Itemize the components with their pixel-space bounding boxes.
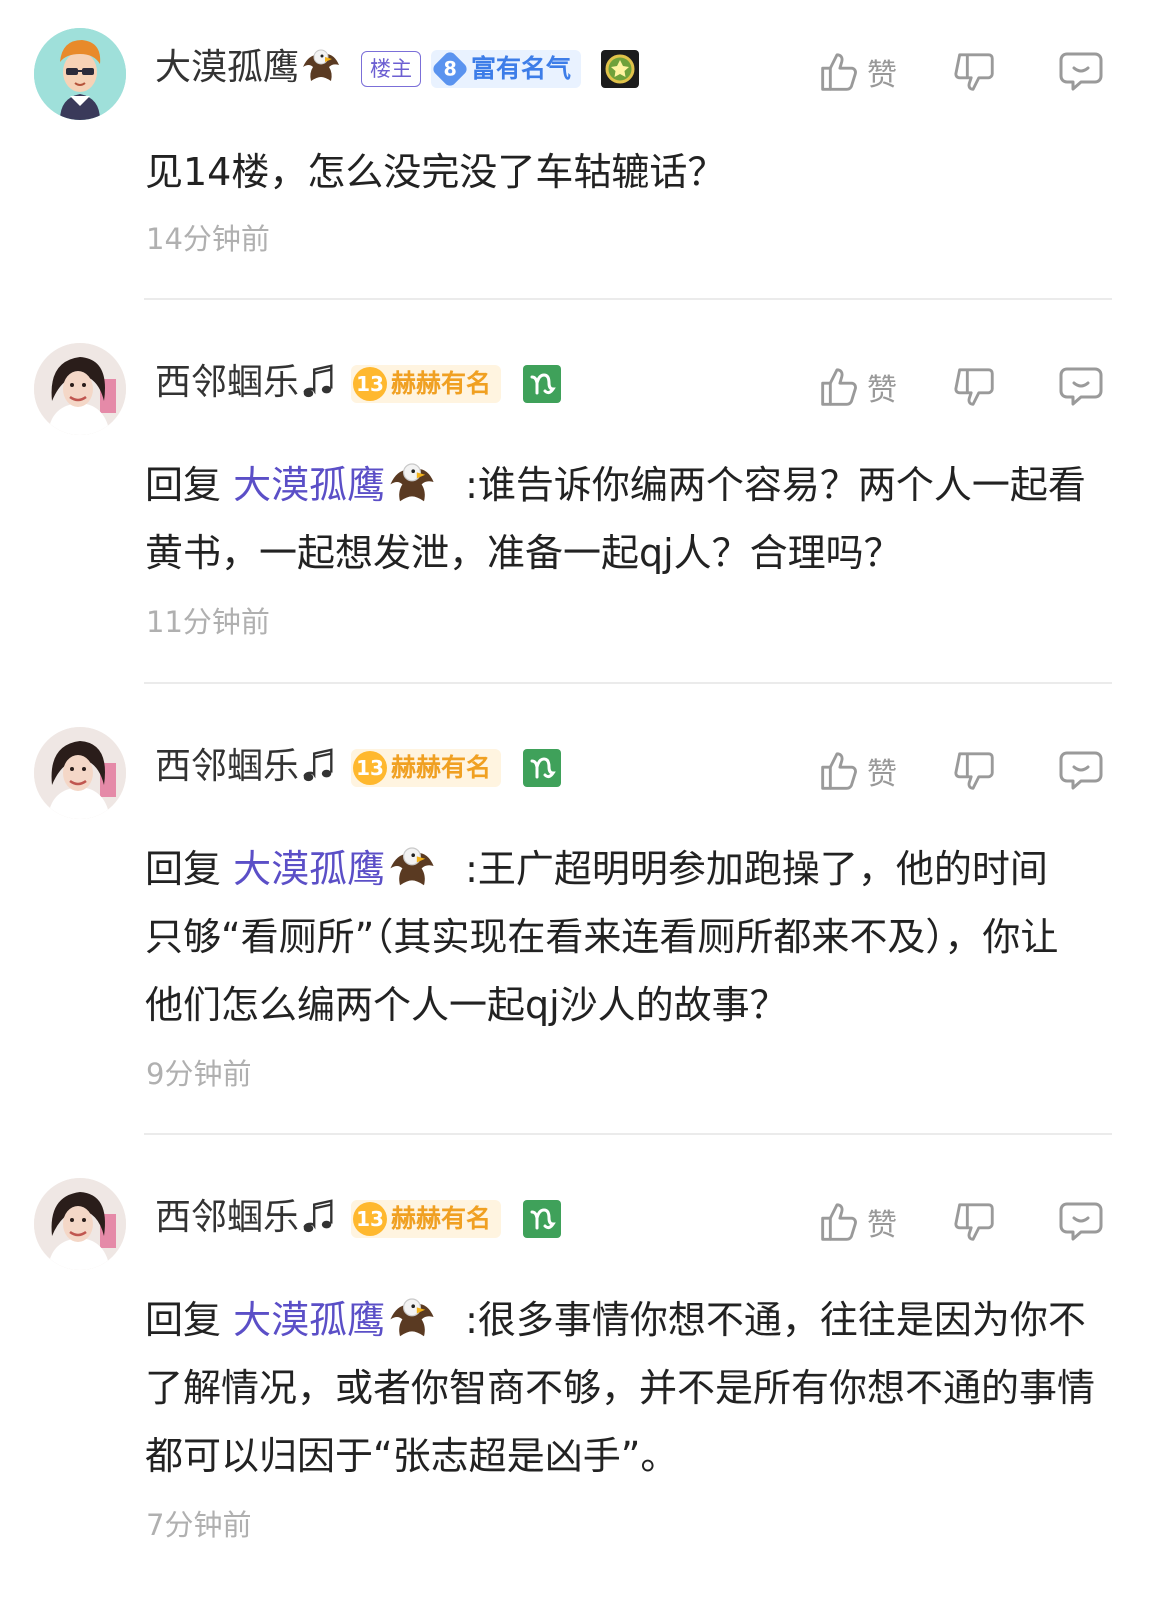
- eagle-icon: [389, 847, 435, 886]
- capricorn-icon[interactable]: [523, 365, 562, 403]
- music-note-icon: [302, 1199, 333, 1234]
- comment-bubble-icon: [1059, 751, 1103, 790]
- username[interactable]: 西邻蝈乐: [155, 743, 337, 791]
- badge-row: 13 赫赫有名: [351, 747, 562, 789]
- like-button[interactable]: 赞: [815, 48, 897, 96]
- reply-prefix: 回复: [145, 463, 222, 507]
- comment-actions: 赞: [815, 1198, 1175, 1250]
- comment-bubble-icon: [1059, 367, 1103, 406]
- level-number: 8: [430, 49, 470, 89]
- badge-row: 楼主 8 富有名气: [361, 48, 640, 90]
- badge-row: 13 赫赫有名: [351, 363, 562, 405]
- comment-item: 大漠孤鹰 楼主 8 富有名气 赞 见14楼，怎么没完没了车轱辘话？ 14分钟前: [0, 28, 1175, 288]
- level-number: 13: [353, 1202, 387, 1236]
- level-badge[interactable]: 13 赫赫有名: [351, 365, 502, 403]
- reply-button[interactable]: [1057, 1198, 1105, 1244]
- level-badge[interactable]: 8 富有名气: [430, 49, 582, 89]
- like-label: 赞: [867, 757, 897, 792]
- thumbs-down-icon: [954, 1203, 994, 1241]
- divider: [144, 298, 1112, 300]
- eagle-icon: [389, 1298, 435, 1337]
- username[interactable]: 大漠孤鹰: [155, 44, 343, 92]
- level-title: 赫赫有名: [391, 1204, 492, 1233]
- avatar[interactable]: [34, 28, 126, 120]
- dislike-button[interactable]: [952, 363, 998, 411]
- comment-item: 西邻蝈乐 13 赫赫有名 赞 回复 大漠孤鹰:谁告诉你编两个容易？两个人一起看黄…: [0, 343, 1175, 643]
- thumbs-up-icon: [821, 1203, 857, 1241]
- avatar[interactable]: [34, 727, 126, 819]
- music-note-icon: [302, 748, 333, 783]
- level-title: 赫赫有名: [391, 369, 492, 398]
- comment-text: 见14楼，怎么没完没了车轱辘话？: [145, 138, 1120, 206]
- thumbs-down-icon: [954, 53, 994, 91]
- reply-button[interactable]: [1057, 48, 1105, 94]
- reply-button[interactable]: [1057, 363, 1105, 409]
- level-badge[interactable]: 13 赫赫有名: [351, 749, 502, 787]
- like-button[interactable]: 赞: [815, 363, 897, 411]
- host-badge: 楼主: [361, 51, 421, 87]
- comment-actions: 赞: [815, 747, 1175, 799]
- eagle-icon: [389, 463, 435, 502]
- timestamp: 7分钟前: [146, 1508, 252, 1542]
- like-label: 赞: [867, 58, 897, 93]
- reply-to-username[interactable]: 大漠孤鹰: [233, 1298, 385, 1342]
- thumbs-down-icon: [954, 752, 994, 790]
- like-label: 赞: [867, 1208, 897, 1243]
- level-number: 13: [353, 751, 387, 785]
- username[interactable]: 西邻蝈乐: [155, 1194, 337, 1242]
- username[interactable]: 西邻蝈乐: [155, 359, 337, 407]
- level-number: 13: [353, 367, 387, 401]
- username-text[interactable]: 西邻蝈乐: [155, 362, 299, 403]
- reply-to-username[interactable]: 大漠孤鹰: [233, 463, 385, 507]
- timestamp: 9分钟前: [146, 1057, 252, 1091]
- comment-item: 西邻蝈乐 13 赫赫有名 赞 回复 大漠孤鹰:王广超明明参加跑操了，他的时间只够…: [0, 727, 1175, 1091]
- comment-actions: 赞: [815, 363, 1175, 415]
- username-text[interactable]: 西邻蝈乐: [155, 1197, 299, 1238]
- level-badge[interactable]: 13 赫赫有名: [351, 1200, 502, 1238]
- reply-prefix: 回复: [145, 847, 222, 891]
- divider: [144, 1133, 1112, 1135]
- thumbs-up-icon: [821, 752, 857, 790]
- timestamp: 14分钟前: [146, 222, 270, 256]
- comment-text-content: 见14楼，怎么没完没了车轱辘话？: [145, 150, 726, 194]
- thumbs-up-icon: [821, 368, 857, 406]
- comment-item: 西邻蝈乐 13 赫赫有名 赞 回复 大漠孤鹰:很多事情你想不通，往往是因为你不了…: [0, 1178, 1175, 1578]
- comment-bubble-icon: [1059, 52, 1103, 91]
- dislike-button[interactable]: [952, 48, 998, 96]
- comment-text: 回复 大漠孤鹰:很多事情你想不通，往往是因为你不了解情况，或者你智商不够，并不是…: [145, 1286, 1120, 1490]
- like-button[interactable]: 赞: [815, 747, 897, 795]
- reply-button[interactable]: [1057, 747, 1105, 793]
- like-button[interactable]: 赞: [815, 1198, 897, 1246]
- dislike-button[interactable]: [952, 1198, 998, 1246]
- username-text[interactable]: 西邻蝈乐: [155, 746, 299, 787]
- thumbs-up-icon: [821, 53, 857, 91]
- divider: [144, 682, 1112, 684]
- comment-text: 回复 大漠孤鹰:谁告诉你编两个容易？两个人一起看黄书，一起想发泄，准备一起qj人…: [145, 451, 1120, 587]
- comment-bubble-icon: [1059, 1202, 1103, 1241]
- reply-prefix: 回复: [145, 1298, 222, 1342]
- avatar[interactable]: [34, 1178, 126, 1270]
- like-label: 赞: [867, 373, 897, 408]
- eagle-icon: [302, 49, 340, 82]
- dislike-button[interactable]: [952, 747, 998, 795]
- music-note-icon: [302, 364, 333, 399]
- capricorn-icon[interactable]: [523, 1200, 562, 1238]
- avatar[interactable]: [34, 343, 126, 435]
- timestamp: 11分钟前: [146, 605, 270, 639]
- badge-row: 13 赫赫有名: [351, 1198, 562, 1240]
- thumbs-down-icon: [954, 368, 994, 406]
- username-text[interactable]: 大漠孤鹰: [155, 47, 299, 88]
- capricorn-icon[interactable]: [523, 749, 562, 787]
- level-title: 赫赫有名: [391, 753, 492, 782]
- medal-icon[interactable]: [601, 50, 640, 88]
- comment-text: 回复 大漠孤鹰:王广超明明参加跑操了，他的时间只够“看厕所”（其实现在看来连看厕…: [145, 835, 1085, 1039]
- reply-to-username[interactable]: 大漠孤鹰: [233, 847, 385, 891]
- comment-actions: 赞: [815, 48, 1175, 100]
- level-title: 富有名气: [471, 54, 572, 83]
